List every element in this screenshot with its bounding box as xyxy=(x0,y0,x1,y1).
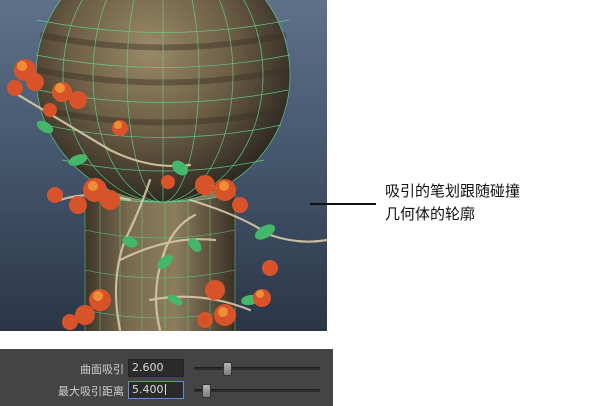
viewport-render xyxy=(7,0,327,331)
text-caret xyxy=(164,384,166,395)
max-attract-distance-row: 最大吸引距离 5.400 xyxy=(0,381,333,401)
attribute-panel: 曲面吸引 2.600 最大吸引距离 5.400 xyxy=(0,349,333,406)
annotation-line-1: 吸引的笔划跟随碰撞 xyxy=(385,182,521,200)
surface-attract-slider-handle[interactable] xyxy=(222,362,232,376)
3d-viewport[interactable] xyxy=(0,0,327,331)
callout-line xyxy=(310,203,376,205)
max-attract-distance-value: 5.400 xyxy=(132,383,164,396)
surface-attract-slider[interactable] xyxy=(194,362,320,376)
surface-attract-value: 2.600 xyxy=(132,361,164,374)
max-attract-distance-field[interactable]: 5.400 xyxy=(128,381,184,399)
surface-attract-row: 曲面吸引 2.600 xyxy=(0,359,333,379)
surface-attract-label: 曲面吸引 xyxy=(80,363,124,376)
annotation-line-2: 几何体的轮廓 xyxy=(385,205,476,223)
max-attract-distance-label: 最大吸引距离 xyxy=(58,385,124,398)
max-attract-distance-slider-handle[interactable] xyxy=(202,384,212,398)
surface-attract-field[interactable]: 2.600 xyxy=(128,359,184,377)
max-attract-distance-slider[interactable] xyxy=(194,384,320,398)
annotation-text: 吸引的笔划跟随碰撞 几何体的轮廓 xyxy=(385,180,555,226)
